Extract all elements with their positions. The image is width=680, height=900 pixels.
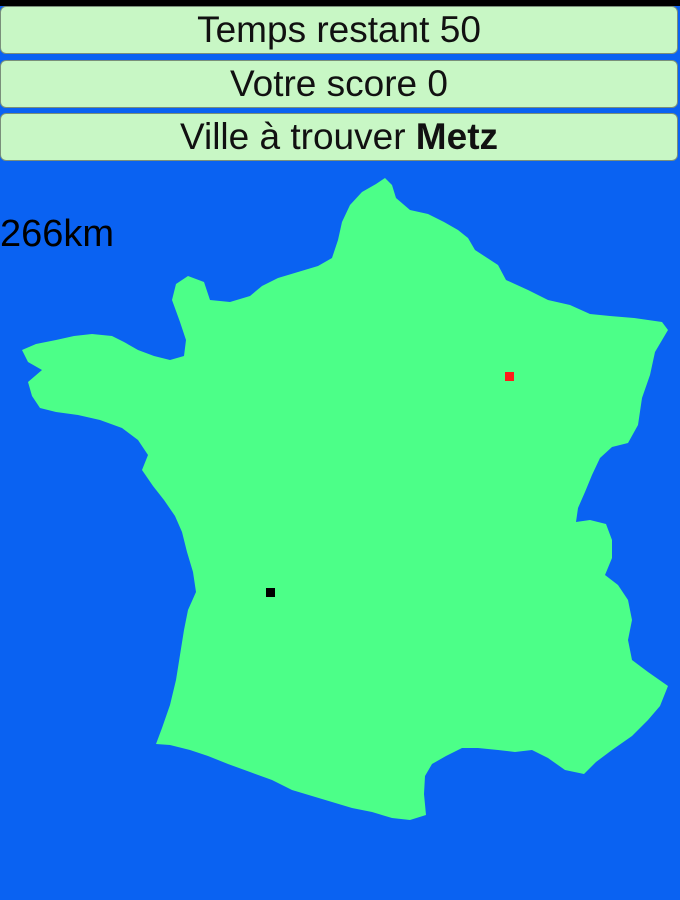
guess-marker: [266, 588, 275, 597]
france-land[interactable]: [22, 178, 668, 820]
target-city-marker: [505, 372, 514, 381]
france-map[interactable]: [0, 0, 680, 900]
distance-readout: 266km: [0, 213, 115, 255]
